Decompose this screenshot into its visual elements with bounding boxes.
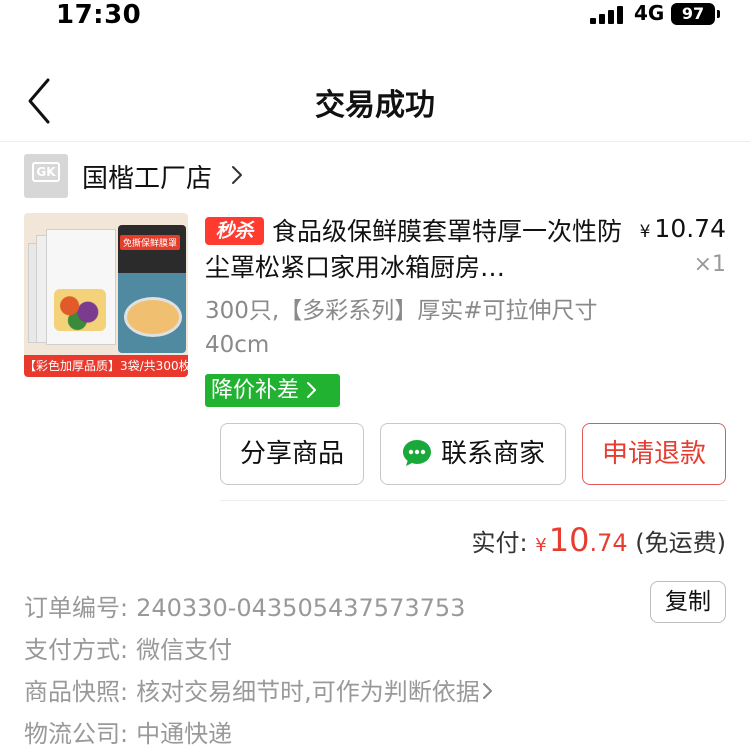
snapshot-label: 商品快照: <box>24 678 129 706</box>
pay-method-label: 支付方式: <box>24 636 129 664</box>
chevron-right-icon <box>232 166 242 184</box>
store-logo: GK <box>24 154 68 198</box>
paid-label: 实付: <box>471 529 528 557</box>
product-image-tag: 免撕保鲜膜罩 <box>120 235 181 250</box>
logistics-label: 物流公司: <box>24 720 129 748</box>
status-time: 17:30 <box>56 0 142 30</box>
contact-seller-label: 联系商家 <box>440 439 545 469</box>
paid-amount-int: 10 <box>548 521 590 559</box>
product-image[interactable]: 免撕保鲜膜罩 【彩色加厚品质】3袋/共300枚 <box>24 213 188 377</box>
share-product-button[interactable]: 分享商品 <box>220 423 364 485</box>
product-spec: 300只,【多彩系列】厚实#可拉伸尺寸40cm <box>205 298 598 358</box>
order-number-label: 订单编号: <box>24 594 129 622</box>
product-image-banner: 【彩色加厚品质】3袋/共300枚 <box>24 355 188 377</box>
paid-amount-dec: .74 <box>589 529 628 557</box>
status-bar: 17:30 4G 97 <box>0 0 750 36</box>
price-protect-label: 降价补差 <box>211 378 300 403</box>
snapshot-value: 核对交易细节时,可作为判断依据 <box>136 678 480 706</box>
network-type: 4G <box>634 1 665 25</box>
unit-price-value: 10.74 <box>654 214 726 243</box>
paid-amount: ¥10.74 <box>535 521 627 559</box>
contact-seller-button[interactable]: 联系商家 <box>380 423 566 485</box>
logistics-row: 物流公司: 中通快递 <box>24 714 232 749</box>
snapshot-link[interactable]: 商品快照: 核对交易细节时,可作为判断依据 <box>24 672 494 707</box>
signal-icon <box>590 6 626 24</box>
paid-summary: 实付: ¥10.74 (免运费) <box>472 521 726 559</box>
currency-symbol: ¥ <box>535 535 547 556</box>
battery-cap <box>717 10 720 18</box>
product-image-food <box>54 289 106 331</box>
pay-method-value: 微信支付 <box>136 636 233 664</box>
divider <box>220 500 726 501</box>
nav-bar: 交易成功 <box>0 60 750 142</box>
store-link[interactable]: GK 国楷工厂店 <box>0 150 750 204</box>
chat-icon <box>402 439 431 466</box>
request-refund-button[interactable]: 申请退款 <box>582 423 726 485</box>
page-title: 交易成功 <box>315 88 435 123</box>
battery-icon: 97 <box>671 3 715 25</box>
store-name: 国楷工厂店 <box>82 164 213 194</box>
pay-method-row: 支付方式: 微信支付 <box>24 630 232 665</box>
currency-symbol: ¥ <box>639 222 651 242</box>
chevron-right-icon <box>307 381 317 398</box>
order-number-row: 订单编号: 240330-043505437573753 <box>24 588 465 623</box>
product-title[interactable]: 食品级保鲜膜套罩特厚一次性防尘罩松紧口家用冰箱厨房… <box>205 214 625 286</box>
logistics-value: 中通快递 <box>136 720 233 748</box>
chevron-right-icon <box>482 683 492 699</box>
copy-order-number-button[interactable]: 复制 <box>650 581 726 623</box>
order-number-value: 240330-043505437573753 <box>136 594 466 622</box>
store-logo-mark: GK <box>32 162 60 182</box>
price-protect-button[interactable]: 降价补差 <box>205 374 340 407</box>
quantity: ×1 <box>693 252 726 277</box>
product-image-bowl <box>124 297 182 337</box>
unit-price: ¥10.74 <box>640 214 726 243</box>
flash-sale-badge: 秒杀 <box>205 217 264 245</box>
shipping-note: (免运费) <box>635 529 726 557</box>
